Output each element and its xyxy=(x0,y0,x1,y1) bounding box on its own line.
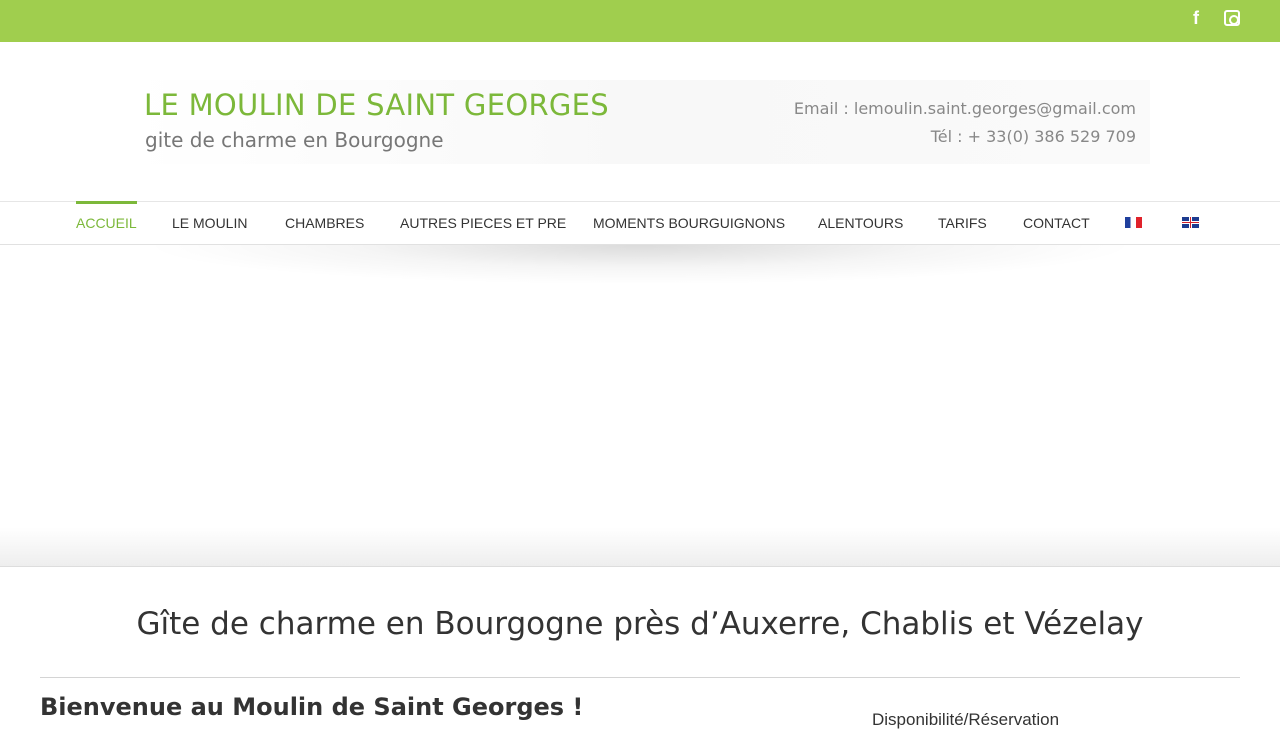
facebook-icon[interactable]: f xyxy=(1187,9,1205,27)
nav-item-le-moulin[interactable]: LE MOULIN xyxy=(172,202,247,245)
nav-item-moments-bourguignons[interactable]: MOMENTS BOURGUIGNONS xyxy=(593,202,785,245)
instagram-glyph xyxy=(1224,10,1240,26)
top-bar: f xyxy=(0,0,1280,42)
main-navigation: ACCUEIL LE MOULIN CHAMBRES AUTRES PIECES… xyxy=(0,201,1280,245)
flag-uk-icon[interactable] xyxy=(1182,217,1199,228)
site-header: LE MOULIN DE SAINT GEORGES gite de charm… xyxy=(0,42,1280,202)
nav-item-chambres[interactable]: CHAMBRES xyxy=(285,202,364,245)
nav-item-autres-pieces[interactable]: AUTRES PIECES ET PRE xyxy=(400,202,566,245)
contact-phone: Tél : + 33(0) 386 529 709 xyxy=(930,127,1136,146)
flag-fr-icon[interactable] xyxy=(1125,217,1142,228)
section-divider xyxy=(40,677,1240,678)
page-heading: Gîte de charme en Bourgogne près d’Auxer… xyxy=(136,606,1144,642)
header-banner[interactable]: LE MOULIN DE SAINT GEORGES gite de charm… xyxy=(130,80,1150,164)
nav-item-alentours[interactable]: ALENTOURS xyxy=(818,202,903,245)
welcome-heading: Bienvenue au Moulin de Saint Georges ! xyxy=(40,693,584,721)
contact-email: Email : lemoulin.saint.georges@gmail.com xyxy=(793,99,1136,118)
nav-item-accueil[interactable]: ACCUEIL xyxy=(76,201,137,245)
instagram-icon[interactable] xyxy=(1223,9,1241,27)
hero-slider xyxy=(0,245,1280,567)
nav-shadow xyxy=(140,245,1140,285)
nav-item-tarifs[interactable]: TARIFS xyxy=(938,202,987,245)
site-tagline: gite de charme en Bourgogne xyxy=(145,128,444,152)
availability-heading: Disponibilité/Réservation xyxy=(872,710,1060,729)
nav-item-contact[interactable]: CONTACT xyxy=(1023,202,1090,245)
site-title: LE MOULIN DE SAINT GEORGES xyxy=(144,88,610,122)
